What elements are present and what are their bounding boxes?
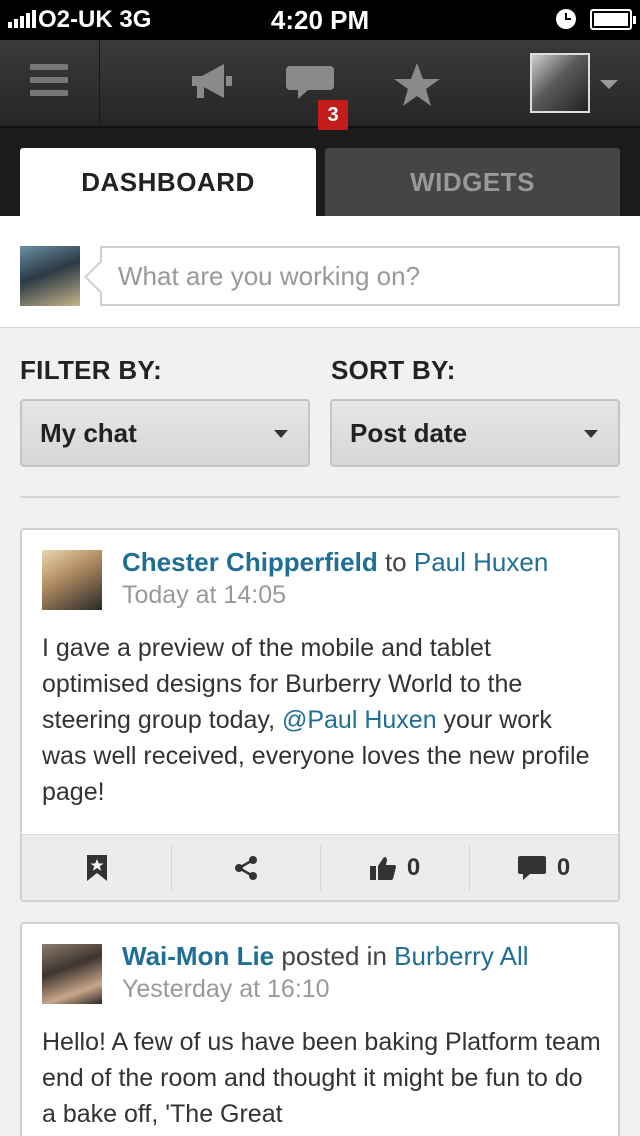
- status-bar: O2-UK 3G 4:20 PM: [0, 0, 640, 40]
- post-timestamp: Today at 14:05: [122, 581, 287, 609]
- author-avatar[interactable]: [42, 550, 102, 610]
- sort-select[interactable]: Post date: [330, 399, 620, 467]
- tab-bar: DASHBOARD WIDGETS: [0, 128, 640, 216]
- post-connector: posted in: [281, 941, 387, 971]
- chevron-down-icon[interactable]: [600, 80, 618, 89]
- target-link[interactable]: Paul Huxen: [414, 547, 548, 577]
- status-composer: [0, 216, 640, 328]
- post-header: Wai-Mon Lie posted in Burberry All: [122, 938, 529, 974]
- post-header: Chester Chipperfield to Paul Huxen: [122, 544, 548, 580]
- bookmark-button[interactable]: [22, 835, 171, 900]
- megaphone-icon: [192, 64, 232, 98]
- feed-post: Wai-Mon Lie posted in Burberry All Yeste…: [20, 922, 620, 1136]
- tab-dashboard[interactable]: DASHBOARD: [20, 148, 316, 216]
- dropdown-arrow-icon: [584, 430, 598, 438]
- mention-link[interactable]: @Paul Huxen: [282, 706, 437, 734]
- sort-label: SORT BY:: [331, 355, 456, 385]
- star-icon: [394, 63, 440, 106]
- author-link[interactable]: Wai-Mon Lie: [122, 941, 274, 971]
- post-timestamp: Yesterday at 16:10: [122, 975, 330, 1003]
- author-avatar[interactable]: [42, 944, 102, 1004]
- post-body: Hello! A few of us have been baking Plat…: [42, 1028, 601, 1128]
- user-avatar-button[interactable]: [530, 53, 590, 113]
- share-icon: [234, 855, 257, 880]
- tab-widgets[interactable]: WIDGETS: [325, 148, 620, 216]
- post-actions: 0 0: [22, 834, 618, 900]
- author-link[interactable]: Chester Chipperfield: [122, 547, 378, 577]
- status-time: 4:20 PM: [270, 5, 370, 35]
- share-button[interactable]: [171, 835, 320, 900]
- filter-label: FILTER BY:: [20, 355, 163, 385]
- comment-button[interactable]: 0: [469, 835, 618, 900]
- messages-badge: 3: [318, 100, 348, 130]
- filter-select[interactable]: My chat: [20, 399, 310, 467]
- comment-count: 0: [556, 853, 571, 881]
- announcements-button[interactable]: [168, 40, 258, 126]
- alarm-clock-icon: [556, 9, 576, 29]
- favorites-button[interactable]: [372, 40, 462, 126]
- post-body: I gave a preview of the mobile and table…: [42, 634, 590, 806]
- dropdown-arrow-icon: [274, 430, 288, 438]
- menu-button[interactable]: [0, 40, 100, 126]
- post-connector: to: [384, 547, 407, 577]
- feed-post: Chester Chipperfield to Paul Huxen Today…: [20, 528, 620, 902]
- sort-value: Post date: [350, 418, 468, 448]
- avatar: [20, 246, 80, 306]
- battery-icon: [590, 9, 636, 30]
- bookmark-icon: [86, 854, 107, 881]
- top-nav: 3: [0, 40, 640, 130]
- composer-field[interactable]: [100, 246, 620, 306]
- divider: [20, 496, 620, 498]
- thumbs-up-icon: [369, 856, 396, 880]
- like-button[interactable]: 0: [320, 835, 469, 900]
- comment-icon: [517, 855, 546, 880]
- like-count: 0: [406, 853, 421, 881]
- target-link[interactable]: Burberry All: [394, 941, 528, 971]
- status-input[interactable]: [118, 248, 608, 304]
- filter-value: My chat: [40, 418, 137, 448]
